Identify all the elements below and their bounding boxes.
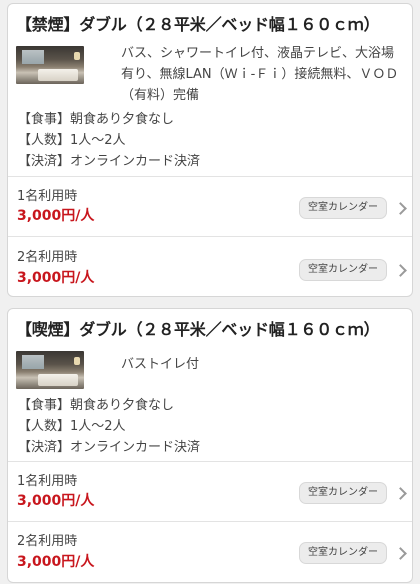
plan-price: 3,000円/人	[17, 208, 95, 224]
divider	[8, 176, 412, 177]
room-meta: 【食事】朝食あり夕食なし 【人数】1人～2人 【決済】オンラインカード決済	[18, 395, 200, 458]
plan-occupancy-label: 2名利用時	[17, 534, 78, 549]
room-title: 【喫煙】ダブル（２８平米／ベッド幅１６０ｃｍ）	[16, 320, 380, 339]
chevron-right-icon[interactable]	[394, 547, 407, 560]
plan-price: 3,000円/人	[17, 270, 95, 286]
plan-occupancy-label: 1名利用時	[17, 474, 78, 489]
availability-calendar-button[interactable]: 空室カレンダー	[299, 197, 387, 219]
room-description: バストイレ付	[121, 357, 200, 372]
divider	[8, 236, 412, 237]
plan-occupancy-label: 1名利用時	[17, 189, 78, 204]
divider	[8, 461, 412, 462]
chevron-right-icon[interactable]	[394, 202, 407, 215]
room-title: 【禁煙】ダブル（２８平米／ベッド幅１６０ｃｍ）	[16, 15, 380, 34]
room-card-smoking: 【喫煙】ダブル（２８平米／ベッド幅１６０ｃｍ） バストイレ付 【食事】朝食あり夕…	[7, 308, 413, 583]
divider	[8, 521, 412, 522]
guest-info: 【人数】1人～2人	[18, 419, 126, 434]
room-photo[interactable]	[16, 351, 84, 389]
room-photo[interactable]	[16, 46, 84, 84]
plan-price: 3,000円/人	[17, 493, 95, 509]
payment-info: 【決済】オンラインカード決済	[18, 154, 201, 169]
meal-info: 【食事】朝食あり夕食なし	[18, 112, 175, 127]
room-meta: 【食事】朝食あり夕食なし 【人数】1人～2人 【決済】オンラインカード決済	[18, 109, 200, 172]
payment-info: 【決済】オンラインカード決済	[18, 440, 201, 455]
room-description: バス、シャワートイレ付、液晶テレビ、大浴場有り、無線LAN（Ｗｉ-Ｆｉ）接続無料…	[121, 46, 399, 103]
availability-calendar-button[interactable]: 空室カレンダー	[299, 482, 387, 504]
availability-calendar-button[interactable]: 空室カレンダー	[299, 542, 387, 564]
plan-price: 3,000円/人	[17, 554, 95, 570]
availability-calendar-button[interactable]: 空室カレンダー	[299, 259, 387, 281]
room-card-nonsmoking: 【禁煙】ダブル（２８平米／ベッド幅１６０ｃｍ） バス、シャワートイレ付、液晶テレ…	[7, 3, 413, 297]
chevron-right-icon[interactable]	[394, 487, 407, 500]
plan-occupancy-label: 2名利用時	[17, 250, 78, 265]
chevron-right-icon[interactable]	[394, 264, 407, 277]
meal-info: 【食事】朝食あり夕食なし	[18, 398, 175, 413]
guest-info: 【人数】1人～2人	[18, 133, 126, 148]
